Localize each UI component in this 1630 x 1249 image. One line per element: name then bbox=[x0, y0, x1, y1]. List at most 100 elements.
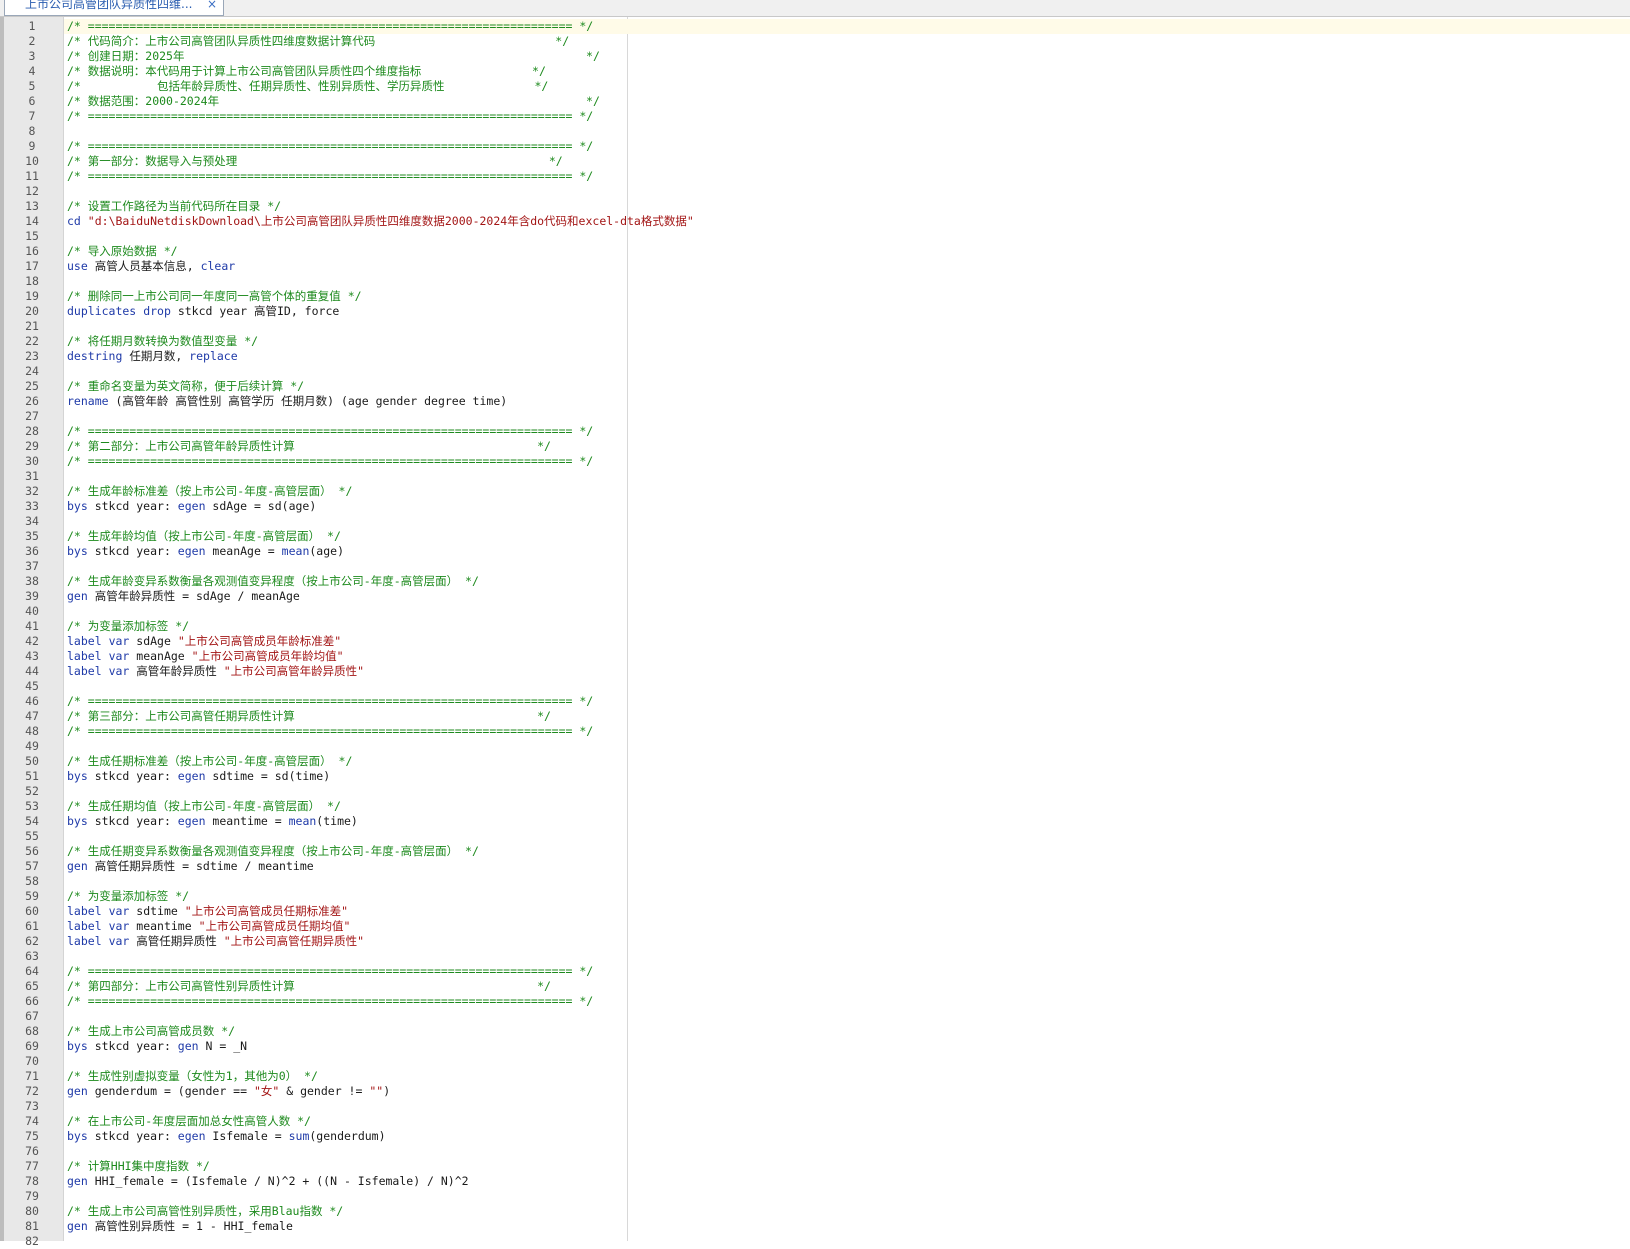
code-line[interactable]: /* 代码简介：上市公司高管团队异质性四维度数据计算代码 */ bbox=[64, 34, 1630, 49]
code-line[interactable] bbox=[64, 559, 1630, 574]
code-line[interactable]: /* 第四部分：上市公司高管性别异质性计算 */ bbox=[64, 979, 1630, 994]
code-line[interactable]: label var 高管任期异质性 "上市公司高管任期异质性" bbox=[64, 934, 1630, 949]
code-line[interactable] bbox=[64, 229, 1630, 244]
code-line[interactable] bbox=[64, 739, 1630, 754]
code-line[interactable]: /* 第二部分：上市公司高管年龄异质性计算 */ bbox=[64, 439, 1630, 454]
tab-code-file[interactable]: 上市公司高管团队异质性四维... × bbox=[4, 0, 224, 16]
code-line[interactable]: /* 删除同一上市公司同一年度同一高管个体的重复值 */ bbox=[64, 289, 1630, 304]
code-line[interactable]: gen 高管年龄异质性 = sdAge / meanAge bbox=[64, 589, 1630, 604]
code-line[interactable] bbox=[64, 184, 1630, 199]
code-keyword: label bbox=[67, 634, 102, 648]
code-line[interactable]: /* 生成上市公司高管性别异质性，采用Blau指数 */ bbox=[64, 1204, 1630, 1219]
code-line[interactable] bbox=[64, 784, 1630, 799]
code-line[interactable]: label var meantime "上市公司高管成员任期均值" bbox=[64, 919, 1630, 934]
line-number: 38 bbox=[25, 574, 39, 588]
code-line[interactable]: /* 生成上市公司高管成员数 */ bbox=[64, 1024, 1630, 1039]
code-line[interactable]: bys stkcd year: egen meantime = mean(tim… bbox=[64, 814, 1630, 829]
code-line[interactable]: /* 重命名变量为英文简称，便于后续计算 */ bbox=[64, 379, 1630, 394]
code-line[interactable] bbox=[64, 679, 1630, 694]
code-line[interactable]: /* 生成年龄变异系数衡量各观测值变异程度（按上市公司-年度-高管层面） */ bbox=[64, 574, 1630, 589]
code-line[interactable]: gen genderdum = (gender == "女" & gender … bbox=[64, 1084, 1630, 1099]
code-line[interactable]: /* 生成性别虚拟变量（女性为1，其他为0） */ bbox=[64, 1069, 1630, 1084]
code-line[interactable] bbox=[64, 1234, 1630, 1249]
code-line[interactable]: bys stkcd year: egen Isfemale = sum(gend… bbox=[64, 1129, 1630, 1144]
code-line[interactable] bbox=[64, 469, 1630, 484]
code-line[interactable]: /* 数据说明：本代码用于计算上市公司高管团队异质性四个维度指标 */ bbox=[64, 64, 1630, 79]
code-string: "上市公司高管成员任期标准差" bbox=[184, 904, 349, 918]
code-line[interactable]: gen 高管性别异质性 = 1 - HHI_female bbox=[64, 1219, 1630, 1234]
code-line[interactable]: rename (高管年龄 高管性别 高管学历 任期月数) (age gender… bbox=[64, 394, 1630, 409]
code-line[interactable]: /* 生成年龄标准差（按上市公司-年度-高管层面） */ bbox=[64, 484, 1630, 499]
line-number: 59 bbox=[25, 889, 39, 903]
code-line[interactable]: bys stkcd year: egen sdtime = sd(time) bbox=[64, 769, 1630, 784]
line-number: 76 bbox=[25, 1144, 39, 1158]
close-icon[interactable]: × bbox=[207, 0, 217, 11]
code-line[interactable] bbox=[64, 1189, 1630, 1204]
code-line[interactable]: gen HHI_female = (Isfemale / N)^2 + ((N … bbox=[64, 1174, 1630, 1189]
code-line[interactable]: /* 生成任期变异系数衡量各观测值变异程度（按上市公司-年度-高管层面） */ bbox=[64, 844, 1630, 859]
code-line[interactable]: /* =====================================… bbox=[64, 964, 1630, 979]
code-line[interactable]: /* 包括年龄异质性、任期异质性、性别异质性、学历异质性 */ bbox=[64, 79, 1630, 94]
code-line[interactable]: /* 设置工作路径为当前代码所在目录 */ bbox=[64, 199, 1630, 214]
code-line[interactable] bbox=[64, 1144, 1630, 1159]
code-line[interactable]: gen 高管任期异质性 = sdtime / meantime bbox=[64, 859, 1630, 874]
code-keyword: var bbox=[108, 904, 130, 918]
code-line[interactable] bbox=[64, 319, 1630, 334]
code-line[interactable] bbox=[64, 364, 1630, 379]
code-line[interactable]: cd "d:\BaiduNetdiskDownload\上市公司高管团队异质性四… bbox=[64, 214, 1630, 229]
code-line[interactable]: /* =====================================… bbox=[64, 694, 1630, 709]
code-line[interactable]: /* 在上市公司-年度层面加总女性高管人数 */ bbox=[64, 1114, 1630, 1129]
code-line[interactable]: /* 将任期月数转换为数值型变量 */ bbox=[64, 334, 1630, 349]
code-line[interactable]: /* 计算HHI集中度指数 */ bbox=[64, 1159, 1630, 1174]
code-line[interactable]: /* 生成任期标准差（按上市公司-年度-高管层面） */ bbox=[64, 754, 1630, 769]
code-line[interactable] bbox=[64, 514, 1630, 529]
code-keyword: bys bbox=[67, 544, 88, 558]
code-line[interactable]: bys stkcd year: gen N = _N bbox=[64, 1039, 1630, 1054]
code-line[interactable] bbox=[64, 1099, 1630, 1114]
code-line[interactable]: /* 生成任期均值（按上市公司-年度-高管层面） */ bbox=[64, 799, 1630, 814]
code-line[interactable]: label var sdAge "上市公司高管成员年龄标准差" bbox=[64, 634, 1630, 649]
code-line[interactable] bbox=[64, 949, 1630, 964]
code-line[interactable] bbox=[64, 1054, 1630, 1069]
code-line[interactable]: /* 数据范围：2000-2024年 */ bbox=[64, 94, 1630, 109]
code-line[interactable]: /* =====================================… bbox=[64, 19, 1630, 34]
code-text-area[interactable]: /* =====================================… bbox=[64, 19, 1630, 1249]
code-line[interactable]: /* =====================================… bbox=[64, 454, 1630, 469]
code-line[interactable]: bys stkcd year: egen sdAge = sd(age) bbox=[64, 499, 1630, 514]
code-line[interactable]: /* =====================================… bbox=[64, 109, 1630, 124]
code-line[interactable]: label var meanAge "上市公司高管成员年龄均值" bbox=[64, 649, 1630, 664]
code-line[interactable] bbox=[64, 874, 1630, 889]
code-line[interactable] bbox=[64, 124, 1630, 139]
code-line[interactable] bbox=[64, 829, 1630, 844]
code-comment: /* 数据范围：2000-2024年 */ bbox=[67, 94, 600, 108]
code-line[interactable]: destring 任期月数, replace bbox=[64, 349, 1630, 364]
code-line[interactable]: /* 导入原始数据 */ bbox=[64, 244, 1630, 259]
code-line[interactable]: /* =====================================… bbox=[64, 994, 1630, 1009]
code-line[interactable]: label var sdtime "上市公司高管成员任期标准差" bbox=[64, 904, 1630, 919]
code-line[interactable] bbox=[64, 604, 1630, 619]
code-line[interactable]: /* 第一部分：数据导入与预处理 */ bbox=[64, 154, 1630, 169]
code-line[interactable] bbox=[64, 274, 1630, 289]
code-editor[interactable]: 1 2 3 4 5 6 7 8 9 10 11 12 13 14 15 16 17 18 19 20 21 22 23 24 2… bbox=[0, 17, 1630, 1248]
code-line[interactable]: /* 创建日期：2025年 */ bbox=[64, 49, 1630, 64]
code-line[interactable] bbox=[64, 1009, 1630, 1024]
code-line[interactable]: label var 高管年龄异质性 "上市公司高管年龄异质性" bbox=[64, 664, 1630, 679]
code-line[interactable]: /* 第三部分：上市公司高管任期异质性计算 */ bbox=[64, 709, 1630, 724]
code-line[interactable]: use 高管人员基本信息, clear bbox=[64, 259, 1630, 274]
code-line[interactable]: /* 生成年龄均值（按上市公司-年度-高管层面） */ bbox=[64, 529, 1630, 544]
code-line[interactable]: /* =====================================… bbox=[64, 169, 1630, 184]
line-number: 30 bbox=[25, 454, 39, 468]
code-line[interactable]: /* 为变量添加标签 */ bbox=[64, 889, 1630, 904]
code-line[interactable]: /* =====================================… bbox=[64, 424, 1630, 439]
code-line[interactable]: /* 为变量添加标签 */ bbox=[64, 619, 1630, 634]
code-line[interactable]: bys stkcd year: egen meanAge = mean(age) bbox=[64, 544, 1630, 559]
code-line[interactable]: duplicates drop stkcd year 高管ID, force bbox=[64, 304, 1630, 319]
code-line[interactable]: /* =====================================… bbox=[64, 139, 1630, 154]
code-line[interactable]: /* =====================================… bbox=[64, 724, 1630, 739]
code-text: 高管人员基本信息, bbox=[87, 259, 201, 273]
code-comment: /* 将任期月数转换为数值型变量 */ bbox=[67, 334, 259, 348]
code-line[interactable] bbox=[64, 409, 1630, 424]
line-number: 13 bbox=[25, 199, 39, 213]
